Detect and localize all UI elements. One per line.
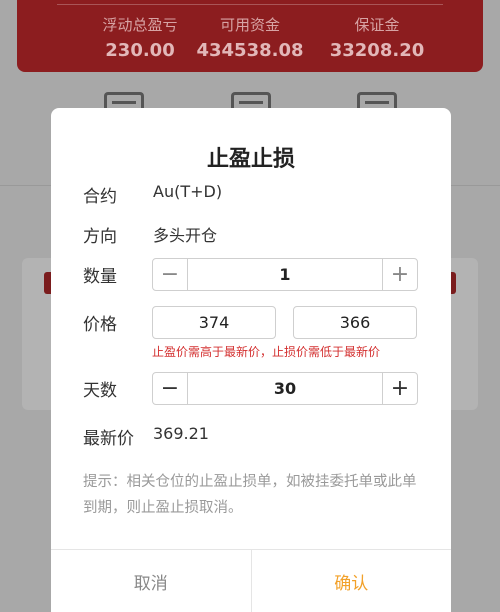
contract-value: Au(T+D) xyxy=(153,182,223,201)
account-summary-header: 浮动总盈亏 230.00 可用资金 434538.08 保证金 33208.20 xyxy=(17,0,483,72)
tip-text: 提示：相关仓位的止盈止损单，如被挂委托单或此单到期，则止盈止损取消。 xyxy=(83,474,417,516)
contract-label: 合约 xyxy=(83,187,117,207)
available-funds-label: 可用资金 xyxy=(219,16,280,34)
quantity-label: 数量 xyxy=(83,267,117,287)
margin-stat: 保证金 33208.20 xyxy=(307,14,447,61)
quantity-input[interactable]: 1 xyxy=(188,259,382,290)
quantity-increase-button[interactable]: + xyxy=(382,259,417,290)
margin-value: 33208.20 xyxy=(329,40,425,61)
take-profit-stop-loss-dialog: 止盈止损 合约 Au(T+D) 方向 多头开仓 数量 − 1 + 价格 374 … xyxy=(51,108,451,612)
latest-price-value: 369.21 xyxy=(153,424,209,443)
confirm-button[interactable]: 确认 xyxy=(252,550,452,612)
direction-label: 方向 xyxy=(83,227,117,247)
header-divider xyxy=(57,4,443,5)
available-funds-value: 434538.08 xyxy=(196,40,304,61)
take-profit-price-input[interactable]: 374 xyxy=(152,306,276,339)
available-funds-stat: 可用资金 434538.08 xyxy=(180,14,320,61)
dialog-title: 止盈止损 xyxy=(206,147,295,172)
days-increase-button[interactable]: + xyxy=(382,373,417,404)
days-decrease-button[interactable]: − xyxy=(153,373,188,404)
quantity-stepper: − 1 + xyxy=(152,258,418,291)
days-stepper: − 30 + xyxy=(152,372,418,405)
price-label: 价格 xyxy=(83,315,117,335)
direction-value: 多头开仓 xyxy=(153,226,218,245)
cancel-button[interactable]: 取消 xyxy=(51,550,252,612)
dialog-footer: 取消 确认 xyxy=(51,549,451,612)
price-hint: 止盈价需高于最新价，止损价需低于最新价 xyxy=(152,345,381,359)
quantity-decrease-button[interactable]: − xyxy=(153,259,188,290)
stop-loss-price-input[interactable]: 366 xyxy=(293,306,417,339)
margin-label: 保证金 xyxy=(354,16,400,34)
days-label: 天数 xyxy=(83,381,117,401)
days-input[interactable]: 30 xyxy=(188,373,382,404)
latest-price-label: 最新价 xyxy=(83,429,134,449)
